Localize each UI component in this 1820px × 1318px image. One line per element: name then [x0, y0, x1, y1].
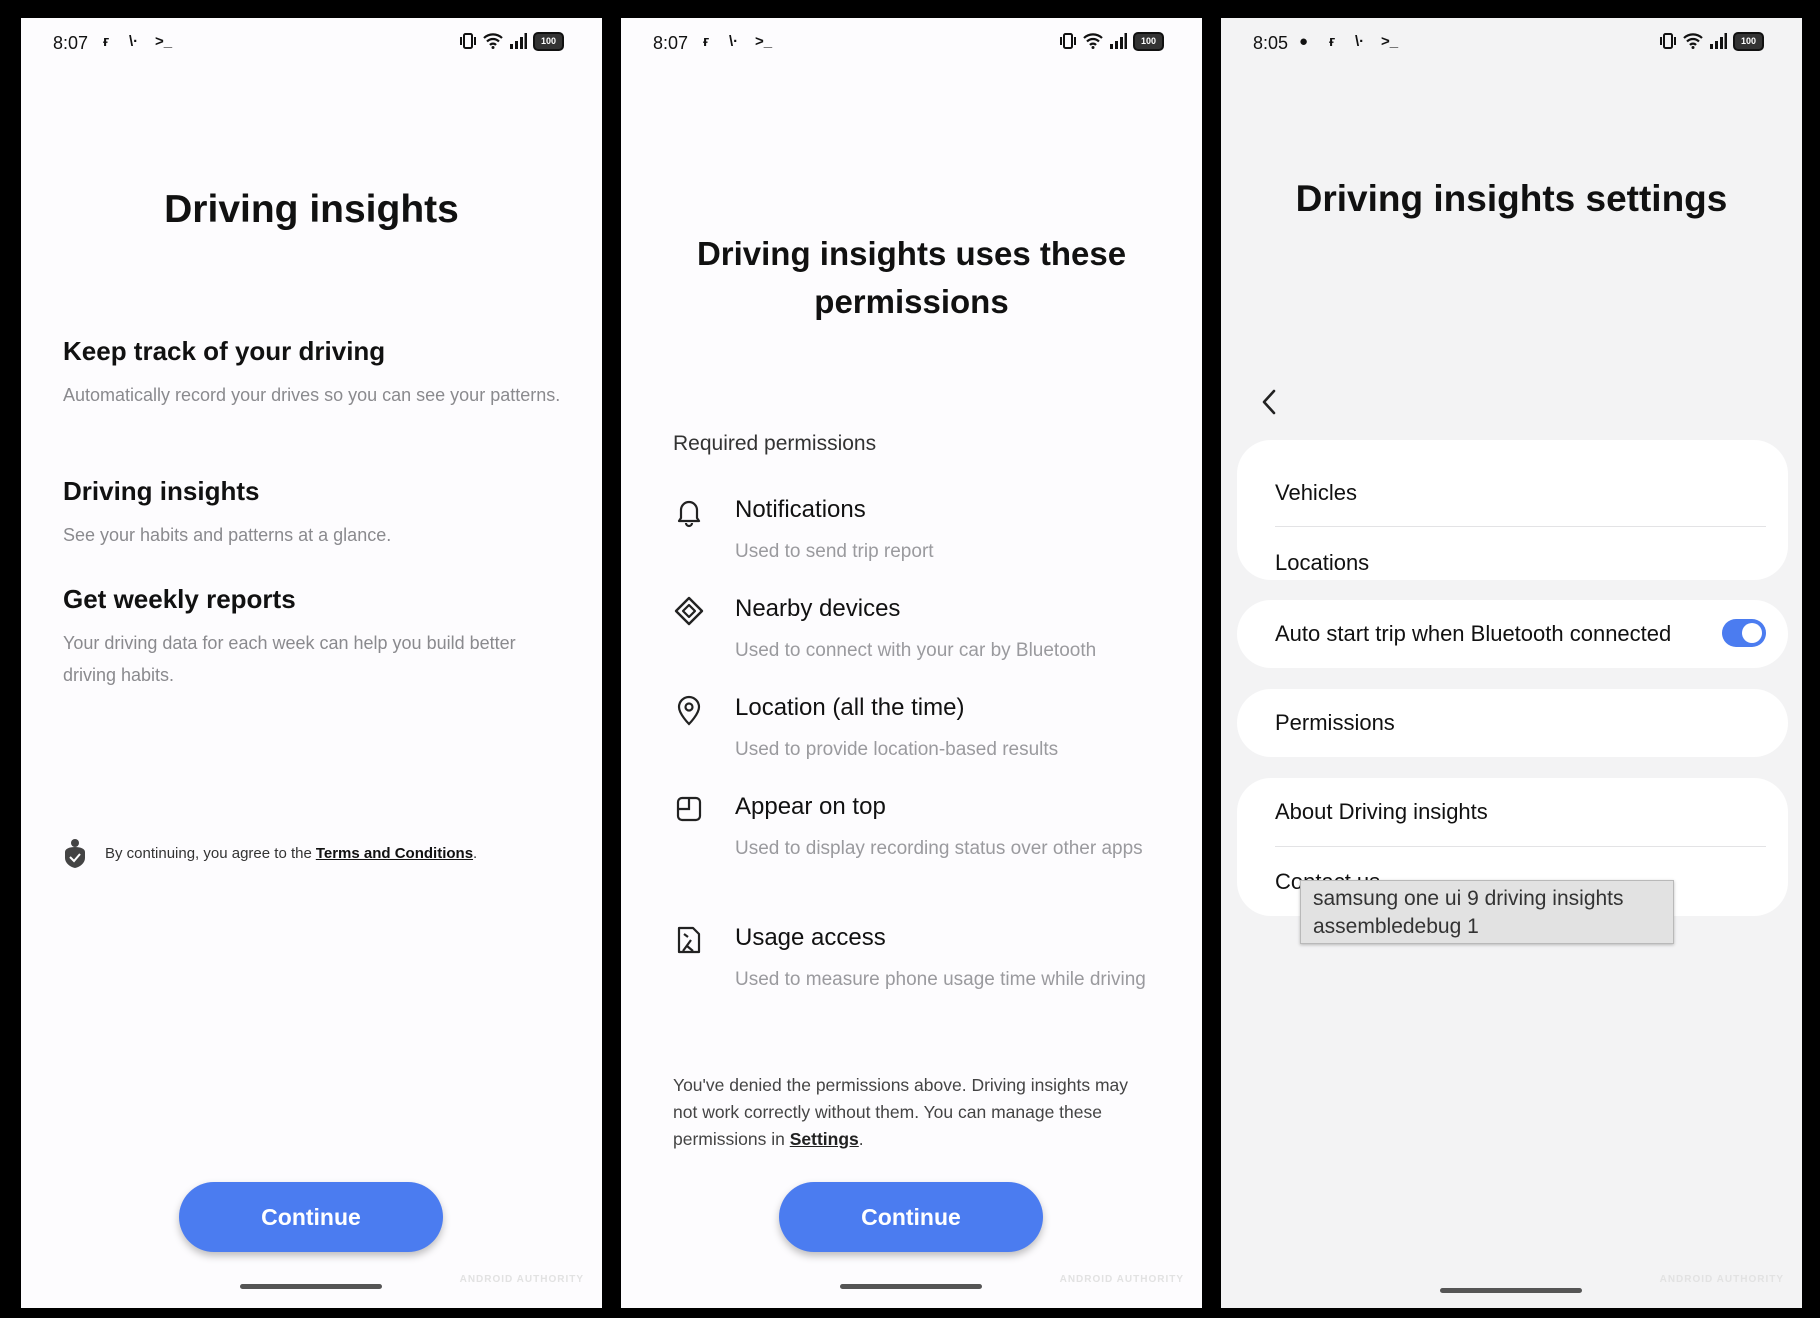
feature-weekly-reports: Get weekly reports Your driving data for…: [63, 584, 562, 691]
consent-text: By continuing, you agree to the: [105, 844, 312, 862]
status-icons: 100: [1059, 31, 1164, 51]
status-time: 8:07: [653, 33, 689, 53]
nearby-devices-icon: [674, 596, 704, 626]
watermark: ANDROID AUTHORITY: [459, 1274, 584, 1285]
page-title: Driving insights: [164, 188, 459, 231]
bell-icon: [677, 500, 701, 528]
appear-on-top-icon: [676, 796, 702, 822]
feature-description: Your driving data for each week can help…: [63, 633, 516, 685]
vibrate-icon: [1660, 33, 1676, 49]
continue-button[interactable]: Continue: [779, 1182, 1043, 1252]
toggle-knob: [1742, 623, 1762, 643]
permission-title: Usage access: [735, 924, 886, 951]
status-icons: 100: [459, 31, 564, 51]
status-bar: 8:05 ● ғ \· >_ 100: [1221, 18, 1802, 70]
phone-screen-permissions: 8:07 ғ \· >_ 100 Driving insights uses t…: [621, 18, 1202, 1308]
settings-item-about[interactable]: About Driving insights: [1275, 799, 1766, 825]
denied-permissions-notice: You've denied the permissions above. Dri…: [673, 1072, 1152, 1153]
settings-link[interactable]: Settings: [790, 1129, 859, 1149]
status-time: 8:05: [1253, 33, 1289, 53]
permission-description: Used to send trip report: [735, 541, 934, 562]
privacy-icon: [65, 839, 85, 868]
consent-notice: By continuing, you agree to the Terms an…: [63, 838, 572, 868]
feature-description: Automatically record your drives so you …: [63, 385, 561, 405]
auto-start-toggle[interactable]: [1722, 619, 1766, 647]
location-pin-icon: [677, 695, 701, 726]
permission-title: Location (all the time): [735, 694, 965, 721]
home-indicator[interactable]: [240, 1284, 382, 1289]
wifi-icon: [1683, 33, 1703, 49]
permission-title: Notifications: [735, 496, 866, 523]
debug-tooltip: samsung one ui 9 driving insights assemb…: [1300, 880, 1674, 944]
permission-description: Used to display recording status over ot…: [735, 838, 1143, 859]
notification-icon: \·: [1355, 33, 1365, 50]
settings-card-permissions: Permissions: [1237, 689, 1788, 757]
home-indicator[interactable]: [1440, 1288, 1582, 1293]
signal-icon: [1710, 33, 1727, 49]
vibrate-icon: [460, 33, 476, 49]
feature-keep-track: Keep track of your driving Automatically…: [63, 336, 562, 411]
back-arrow-icon[interactable]: [1259, 386, 1279, 418]
signal-icon: [1110, 33, 1127, 49]
app-notification-icon: ғ: [703, 33, 710, 50]
wifi-icon: [483, 33, 503, 49]
divider: [1275, 526, 1766, 527]
phone-screen-onboarding: 8:07 ғ \· >_ 100 Driving insights Keep t…: [21, 18, 602, 1308]
settings-item-vehicles[interactable]: Vehicles: [1275, 480, 1766, 506]
feature-title: Keep track of your driving: [63, 336, 386, 366]
cat-icon: ●: [1299, 33, 1309, 50]
divider: [1275, 846, 1766, 847]
page-title: Driving insights uses these permissions: [696, 235, 1127, 320]
notification-icon: \·: [129, 33, 139, 50]
permission-description: Used to provide location-based results: [735, 739, 1059, 760]
settings-item-permissions[interactable]: Permissions: [1275, 710, 1766, 736]
signal-icon: [510, 33, 527, 49]
status-time: 8:07: [53, 33, 89, 53]
battery-icon: 100: [1133, 31, 1164, 51]
feature-description: See your habits and patterns at a glance…: [63, 525, 392, 545]
continue-button[interactable]: Continue: [179, 1182, 443, 1252]
permission-title: Nearby devices: [735, 595, 901, 622]
battery-icon: 100: [533, 31, 564, 51]
permission-title: Appear on top: [735, 793, 886, 820]
settings-card-vehicles-locations: Vehicles Locations: [1237, 440, 1788, 580]
status-bar: 8:07 ғ \· >_ 100: [21, 18, 602, 70]
settings-item-auto-start[interactable]: Auto start trip when Bluetooth connected: [1275, 621, 1698, 647]
app-notification-icon: ғ: [103, 33, 110, 50]
required-permissions-label: Required permissions: [673, 432, 877, 455]
settings-item-locations[interactable]: Locations: [1275, 550, 1766, 576]
permission-description: Used to connect with your car by Bluetoo…: [735, 640, 1097, 661]
feature-driving-insights: Driving insights See your habits and pat…: [63, 476, 562, 551]
feature-title: Driving insights: [63, 476, 260, 506]
watermark: ANDROID AUTHORITY: [1659, 1274, 1784, 1285]
home-indicator[interactable]: [840, 1284, 982, 1289]
denied-text: You've denied the permissions above. Dri…: [673, 1075, 1129, 1149]
battery-icon: 100: [1733, 31, 1764, 51]
notification-icon: \·: [729, 33, 739, 50]
terminal-icon: >_: [1381, 33, 1399, 50]
status-bar: 8:07 ғ \· >_ 100: [621, 18, 1202, 70]
usage-access-icon: [677, 926, 701, 954]
consent-period: .: [473, 844, 478, 862]
terminal-icon: >_: [155, 33, 173, 50]
app-notification-icon: ғ: [1329, 33, 1336, 50]
feature-title: Get weekly reports: [63, 584, 296, 614]
denied-period: .: [858, 1129, 864, 1149]
permission-description: Used to measure phone usage time while d…: [735, 969, 1146, 990]
page-title: Driving insights settings: [1295, 178, 1728, 219]
wifi-icon: [1083, 33, 1103, 49]
settings-card-auto-start: Auto start trip when Bluetooth connected: [1237, 600, 1788, 668]
phone-screen-settings: 8:05 ● ғ \· >_ 100 Driving insights sett…: [1221, 18, 1802, 1308]
watermark: ANDROID AUTHORITY: [1059, 1274, 1184, 1285]
terms-link[interactable]: Terms and Conditions: [316, 845, 473, 862]
terminal-icon: >_: [755, 33, 773, 50]
vibrate-icon: [1060, 33, 1076, 49]
status-icons: 100: [1659, 31, 1764, 51]
